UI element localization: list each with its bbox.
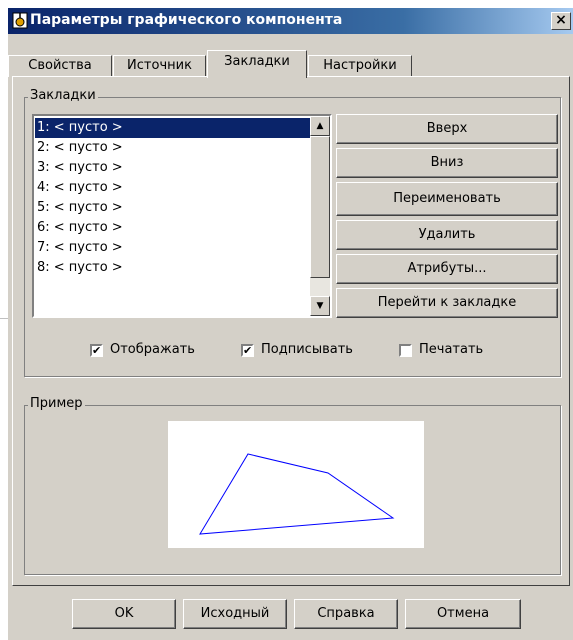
title-bar: Параметры графического компонента ×: [8, 8, 573, 34]
sign-checkbox-label[interactable]: Подписывать: [261, 342, 353, 357]
close-button[interactable]: ×: [551, 12, 571, 30]
bookmark-shape-preview: [199, 453, 395, 535]
triangle-down-icon: ▼: [316, 301, 324, 311]
list-item[interactable]: 6: < пусто >: [35, 218, 311, 238]
tab-settings[interactable]: Настройки: [308, 55, 412, 77]
scroll-down-button[interactable]: ▼: [310, 296, 330, 316]
scroll-thumb[interactable]: [310, 136, 330, 278]
left-edge-mark: [0, 318, 8, 319]
tab-label: Закладки: [224, 54, 290, 69]
help-button[interactable]: Справка: [294, 599, 398, 629]
rename-button[interactable]: Переименовать: [336, 182, 558, 216]
attributes-button[interactable]: Атрибуты...: [336, 254, 558, 284]
preview-polygon: [199, 453, 395, 535]
scroll-up-button[interactable]: ▲: [310, 116, 330, 136]
window-title: Параметры графического компонента: [30, 12, 343, 28]
tab-source[interactable]: Источник: [113, 55, 206, 77]
close-icon: ×: [555, 12, 567, 28]
up-button[interactable]: Вверх: [336, 114, 558, 144]
listbox-scrollbar[interactable]: ▲ ▼: [310, 116, 330, 316]
list-item[interactable]: 2: < пусто >: [35, 138, 311, 158]
tab-label: Свойства: [28, 58, 92, 73]
tab-properties[interactable]: Свойства: [8, 55, 112, 77]
list-item[interactable]: 1: < пусто >: [35, 118, 311, 138]
list-item[interactable]: 5: < пусто >: [35, 198, 311, 218]
display-checkbox[interactable]: ✔: [90, 344, 103, 357]
list-item[interactable]: 7: < пусто >: [35, 238, 311, 258]
down-button[interactable]: Вниз: [336, 148, 558, 178]
cancel-button[interactable]: Отмена: [405, 599, 521, 629]
default-button[interactable]: Исходный: [183, 599, 287, 629]
delete-button[interactable]: Удалить: [336, 220, 558, 250]
goto-bookmark-button[interactable]: Перейти к закладке: [336, 288, 558, 318]
print-checkbox[interactable]: [399, 344, 412, 357]
example-preview: [168, 421, 424, 548]
app-icon: [12, 12, 28, 29]
example-group-label: Пример: [28, 396, 85, 411]
tab-label: Настройки: [323, 58, 397, 73]
tab-bookmarks[interactable]: Закладки: [207, 50, 307, 78]
ok-button[interactable]: OK: [72, 599, 176, 629]
list-item[interactable]: 4: < пусто >: [35, 178, 311, 198]
checkmark-icon: ✔: [243, 344, 253, 357]
tab-label: Источник: [127, 58, 192, 73]
display-checkbox-label[interactable]: Отображать: [110, 342, 195, 357]
list-item[interactable]: 8: < пусто >: [35, 258, 311, 278]
bookmarks-listbox[interactable]: 1: < пусто > 2: < пусто > 3: < пусто > 4…: [32, 114, 332, 318]
list-item[interactable]: 3: < пусто >: [35, 158, 311, 178]
checkmark-icon: ✔: [92, 344, 102, 357]
bookmarks-group-label: Закладки: [28, 88, 98, 103]
sign-checkbox[interactable]: ✔: [241, 344, 254, 357]
print-checkbox-label[interactable]: Печатать: [419, 342, 483, 357]
triangle-up-icon: ▲: [316, 121, 324, 131]
